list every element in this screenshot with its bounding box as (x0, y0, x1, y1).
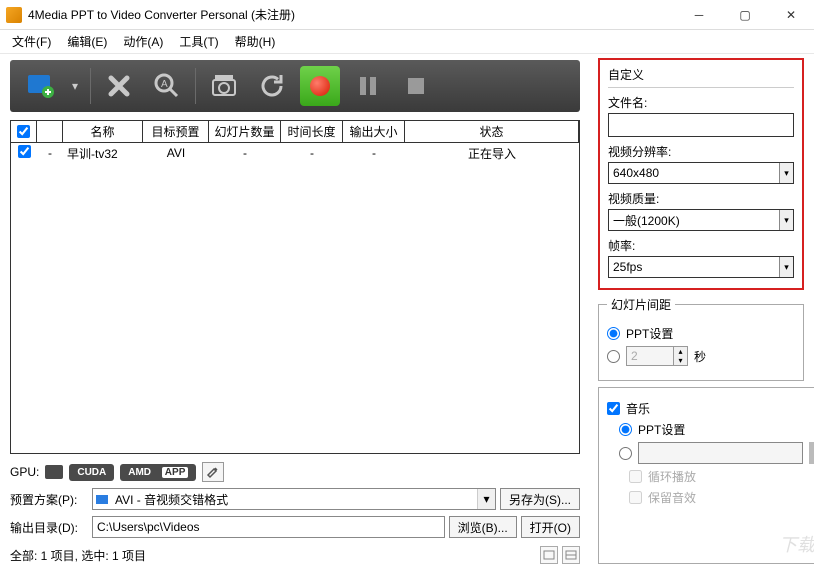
file-grid: 名称 目标预置 幻灯片数量 时间长度 输出大小 状态 - 早训-tv32 AVI… (10, 120, 580, 454)
row-icon: - (37, 146, 63, 160)
interval-legend: 幻灯片间距 (607, 296, 675, 313)
keep-audio-checkbox (629, 491, 642, 504)
header-checkbox[interactable] (11, 121, 37, 142)
window-title: 4Media PPT to Video Converter Personal (… (28, 6, 676, 23)
header-duration[interactable]: 时间长度 (281, 121, 343, 142)
preset-format-icon (93, 492, 111, 506)
row-preset: AVI (143, 146, 209, 160)
custom-panel: 自定义 文件名: 视频分辨率: 640x480▾ 视频质量: 一般(1200K)… (598, 58, 804, 290)
menubar: 文件(F) 编辑(E) 动作(A) 工具(T) 帮助(H) (0, 30, 814, 54)
snapshot-button[interactable] (204, 66, 244, 106)
header-preset[interactable]: 目标预置 (143, 121, 209, 142)
grid-header: 名称 目标预置 幻灯片数量 时间长度 输出大小 状态 (11, 121, 579, 143)
header-size[interactable]: 输出大小 (343, 121, 405, 142)
chevron-down-icon: ▾ (779, 257, 793, 277)
status-icon-2[interactable] (562, 546, 580, 564)
header-icon-col (37, 121, 63, 142)
chevron-down-icon[interactable]: ▾ (477, 489, 495, 509)
music-browse-button[interactable] (809, 442, 814, 464)
quality-label: 视频质量: (608, 190, 794, 207)
cuda-badge[interactable]: CUDA (69, 464, 114, 481)
search-button[interactable]: A (147, 66, 187, 106)
interval-unit: 秒 (694, 348, 706, 365)
row-checkbox[interactable] (18, 145, 31, 158)
row-slides: - (209, 146, 281, 160)
interval-ppt-radio[interactable] (607, 327, 620, 340)
gpu-label: GPU: (10, 465, 39, 479)
row-name: 早训-tv32 (63, 145, 143, 162)
loop-label: 循环播放 (648, 468, 696, 485)
titlebar: 4Media PPT to Video Converter Personal (… (0, 0, 814, 30)
gpu-row: GPU: CUDA AMD APP (10, 462, 580, 482)
chevron-down-icon: ▾ (779, 163, 793, 183)
nvidia-eye-icon[interactable] (45, 465, 63, 479)
music-custom-radio[interactable] (619, 447, 632, 460)
fps-label: 帧率: (608, 237, 794, 254)
interval-custom-radio[interactable] (607, 350, 620, 363)
row-size: - (343, 146, 405, 160)
gpu-settings-button[interactable] (202, 462, 224, 482)
row-status: 正在导入 (405, 145, 579, 162)
menu-edit[interactable]: 编辑(E) (59, 31, 115, 52)
music-enable-label: 音乐 (626, 400, 650, 417)
menu-file[interactable]: 文件(F) (4, 31, 59, 52)
music-ppt-radio[interactable] (619, 423, 632, 436)
status-icon-1[interactable] (540, 546, 558, 564)
delete-button[interactable] (99, 66, 139, 106)
loop-checkbox (629, 470, 642, 483)
fps-select[interactable]: 25fps▾ (608, 256, 794, 278)
app-icon (6, 7, 22, 23)
preset-value: AVI - 音视频交错格式 (111, 491, 477, 508)
keep-audio-label: 保留音效 (648, 489, 696, 506)
music-ppt-label: PPT设置 (638, 421, 685, 438)
row-duration: - (281, 146, 343, 160)
add-file-button[interactable] (20, 66, 60, 106)
browse-button[interactable]: 浏览(B)... (449, 516, 517, 538)
window-controls: ─ ▢ ✕ (676, 0, 814, 30)
save-as-button[interactable]: 另存为(S)... (500, 488, 580, 510)
header-slides[interactable]: 幻灯片数量 (209, 121, 281, 142)
resolution-select[interactable]: 640x480▾ (608, 162, 794, 184)
filename-label: 文件名: (608, 94, 794, 111)
output-dir-label: 输出目录(D): (10, 519, 88, 536)
stop-button[interactable] (396, 66, 436, 106)
maximize-button[interactable]: ▢ (722, 0, 768, 30)
header-name[interactable]: 名称 (63, 121, 143, 142)
refresh-button[interactable] (252, 66, 292, 106)
close-button[interactable]: ✕ (768, 0, 814, 30)
output-dir-input[interactable] (92, 516, 445, 538)
interval-spinner[interactable]: ▴▾ (626, 346, 688, 366)
record-button[interactable] (300, 66, 340, 106)
open-button[interactable]: 打开(O) (521, 516, 580, 538)
header-status[interactable]: 状态 (405, 121, 579, 142)
interval-group: 幻灯片间距 PPT设置 ▴▾ 秒 (598, 296, 804, 381)
menu-tool[interactable]: 工具(T) (171, 31, 226, 52)
chevron-down-icon: ▾ (779, 210, 793, 230)
pause-button[interactable] (348, 66, 388, 106)
resolution-label: 视频分辨率: (608, 143, 794, 160)
amd-badge[interactable]: AMD APP (120, 464, 196, 481)
minimize-button[interactable]: ─ (676, 0, 722, 30)
table-row[interactable]: - 早训-tv32 AVI - - - 正在导入 (11, 143, 579, 163)
preset-select[interactable]: AVI - 音视频交错格式 ▾ (92, 488, 496, 510)
menu-help[interactable]: 帮助(H) (227, 31, 284, 52)
quality-select[interactable]: 一般(1200K)▾ (608, 209, 794, 231)
custom-title: 自定义 (608, 66, 794, 83)
music-enable-checkbox[interactable] (607, 402, 620, 415)
preset-label: 预置方案(P): (10, 491, 88, 508)
interval-ppt-label: PPT设置 (626, 325, 673, 342)
status-text: 全部: 1 项目, 选中: 1 项目 (10, 547, 536, 564)
filename-input[interactable] (608, 113, 794, 137)
toolbar: ▾ A (10, 60, 580, 112)
music-path-input (638, 442, 803, 464)
music-group: 音乐 PPT设置 循环播放 保留音效 下载吧 (598, 387, 814, 564)
watermark: 下载吧 (779, 531, 814, 557)
svg-text:A: A (161, 79, 168, 90)
dropdown-icon[interactable]: ▾ (68, 66, 82, 106)
menu-action[interactable]: 动作(A) (115, 31, 171, 52)
